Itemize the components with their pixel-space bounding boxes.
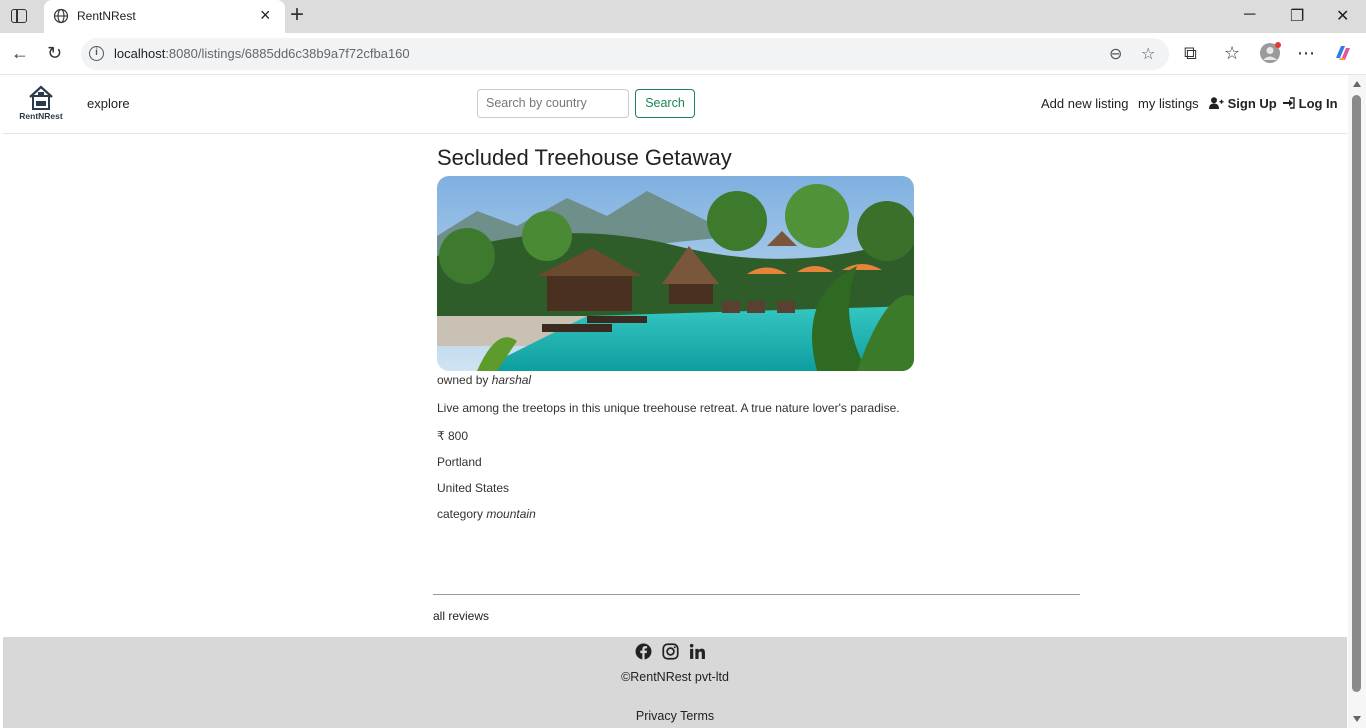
- social-links: [635, 643, 706, 660]
- listing-title: Secluded Treehouse Getaway: [437, 145, 732, 170]
- divider: [433, 594, 1080, 595]
- scroll-down-icon[interactable]: [1353, 716, 1361, 722]
- log-in-label: Log In: [1298, 96, 1338, 111]
- scroll-thumb[interactable]: [1352, 95, 1361, 692]
- favorite-star-icon[interactable]: ☆: [1141, 44, 1155, 64]
- close-tab-icon[interactable]: ×: [260, 6, 271, 24]
- reload-icon[interactable]: ↻: [47, 43, 62, 63]
- house-logo-icon: [29, 85, 53, 110]
- linkedin-icon[interactable]: [689, 643, 706, 660]
- listing-location: Portland: [437, 455, 482, 469]
- nav-my-listings[interactable]: my listings: [1138, 96, 1199, 111]
- url-text[interactable]: localhost:8080/listings/6885dd6c38b9a7f7…: [114, 46, 410, 61]
- page: RentNRest explore Search by country Sear…: [3, 75, 1347, 728]
- site-navbar: RentNRest explore Search by country Sear…: [3, 75, 1347, 134]
- tab-actions-icon[interactable]: [11, 9, 27, 23]
- browser-toolbar: ← ↻ i localhost:8080/listings/6885dd6c38…: [0, 33, 1366, 75]
- user-plus-icon: [1209, 97, 1224, 109]
- listing-country: United States: [437, 481, 510, 495]
- site-footer: ©RentNRest pvt-ltd Privacy Terms: [3, 637, 1347, 728]
- search-input[interactable]: Search by country: [477, 89, 629, 118]
- window-close-icon[interactable]: ✕: [1336, 6, 1349, 26]
- sign-in-icon: [1283, 97, 1295, 109]
- profile-avatar-icon[interactable]: [1259, 42, 1281, 64]
- page-scrollbar[interactable]: [1348, 75, 1366, 728]
- nav-explore[interactable]: explore: [87, 96, 130, 111]
- facebook-icon[interactable]: [635, 643, 652, 660]
- listing-owner: owned by harshal: [437, 373, 532, 387]
- browser-tabstrip: RentNRest × + ─ ❐ ✕: [0, 0, 1366, 33]
- new-tab-icon[interactable]: +: [290, 3, 304, 27]
- category-value: mountain: [486, 507, 536, 521]
- tab-title: RentNRest: [77, 9, 136, 23]
- globe-icon: [53, 8, 69, 24]
- browser-tab[interactable]: RentNRest ×: [44, 0, 285, 33]
- extensions-icon[interactable]: ⧉: [1184, 43, 1197, 63]
- site-info-icon[interactable]: i: [89, 46, 104, 61]
- sign-up-label: Sign Up: [1227, 96, 1277, 111]
- scroll-up-icon[interactable]: [1353, 81, 1361, 87]
- listing-description: Live among the treetops in this unique t…: [437, 401, 900, 415]
- listing-category: category mountain: [437, 507, 536, 521]
- listing-price: ₹ 800: [437, 429, 468, 443]
- brand-logo[interactable]: RentNRest: [17, 85, 65, 123]
- nav-add-listing[interactable]: Add new listing: [1041, 96, 1128, 111]
- nav-log-in[interactable]: Log In: [1283, 96, 1338, 111]
- reviews-heading: all reviews: [433, 609, 490, 623]
- instagram-icon[interactable]: [662, 643, 679, 660]
- copilot-icon[interactable]: [1332, 42, 1354, 64]
- listing-image: [437, 176, 914, 371]
- brand-name: RentNRest: [19, 111, 63, 121]
- nav-sign-up[interactable]: Sign Up: [1209, 96, 1277, 111]
- listing-details: Secluded Treehouse Getaway owned by hars…: [437, 145, 927, 521]
- legal-links[interactable]: Privacy Terms: [3, 709, 1347, 723]
- favorites-icon[interactable]: ☆: [1224, 43, 1240, 63]
- owner-name: harshal: [491, 373, 532, 387]
- search-button[interactable]: Search: [635, 89, 695, 118]
- minimize-icon[interactable]: ─: [1244, 6, 1255, 24]
- restore-icon[interactable]: ❐: [1290, 6, 1304, 26]
- copyright-text: ©RentNRest pvt-ltd: [621, 670, 729, 684]
- zoom-icon[interactable]: ⊖: [1109, 44, 1122, 64]
- back-icon[interactable]: ←: [11, 43, 29, 63]
- address-bar[interactable]: i localhost:8080/listings/6885dd6c38b9a7…: [81, 38, 1169, 70]
- more-menu-icon[interactable]: ⋯: [1297, 43, 1315, 63]
